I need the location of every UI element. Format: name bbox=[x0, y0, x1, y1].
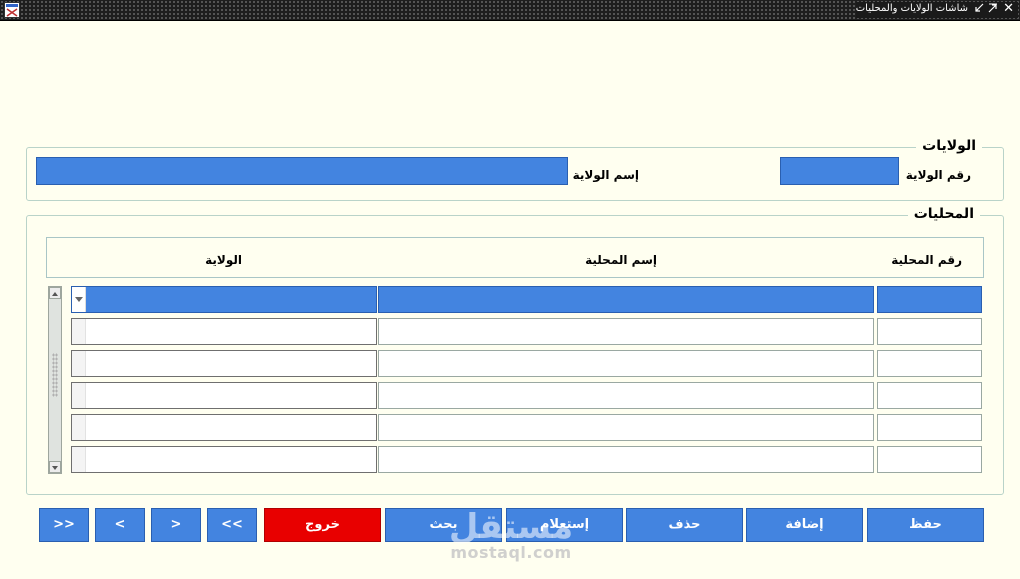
row-5-state-combo[interactable] bbox=[71, 414, 377, 441]
prev-button[interactable]: < bbox=[95, 508, 145, 542]
save-button[interactable]: حفظ bbox=[867, 508, 984, 542]
row-3-number-field[interactable] bbox=[877, 350, 982, 377]
search-button[interactable]: بحث bbox=[385, 508, 502, 542]
row-6-name-field[interactable] bbox=[378, 446, 874, 473]
scroll-grip[interactable] bbox=[52, 353, 58, 397]
watermark-latin: mostaql.com bbox=[450, 543, 572, 562]
add-button[interactable]: إضافة bbox=[746, 508, 863, 542]
state-name-field[interactable] bbox=[36, 157, 568, 185]
exit-button[interactable]: خروج bbox=[264, 508, 381, 542]
column-header-number: رقم المحلية bbox=[891, 253, 962, 267]
row-2-name-field[interactable] bbox=[378, 318, 874, 345]
row-2-state-combo[interactable] bbox=[71, 318, 377, 345]
table-scrollbar[interactable] bbox=[48, 286, 62, 474]
chevron-down-icon[interactable] bbox=[72, 383, 86, 408]
row-2-number-field[interactable] bbox=[877, 318, 982, 345]
next-page-button[interactable]: << bbox=[207, 508, 257, 542]
row-4-name-field[interactable] bbox=[378, 382, 874, 409]
chevron-down-icon[interactable] bbox=[72, 287, 86, 312]
scroll-up-icon[interactable] bbox=[49, 287, 61, 299]
row-5-name-field[interactable] bbox=[378, 414, 874, 441]
states-legend: الولايات bbox=[916, 138, 982, 154]
column-header-name: إسم المحلية bbox=[585, 253, 657, 267]
window-title-area: ✕ شاشات الولايات والمحليات bbox=[855, 1, 1018, 18]
row-6-state-combo[interactable] bbox=[71, 446, 377, 473]
query-button[interactable]: إستعلام bbox=[506, 508, 623, 542]
row-4-number-field[interactable] bbox=[877, 382, 982, 409]
row-5-number-field[interactable] bbox=[877, 414, 982, 441]
minimize-icon[interactable] bbox=[974, 2, 984, 12]
next-button[interactable]: > bbox=[151, 508, 201, 542]
title-bar: ✕ شاشات الولايات والمحليات bbox=[0, 0, 1020, 21]
state-number-label: رقم الولاية bbox=[905, 168, 971, 182]
state-name-label: إسم الولاية bbox=[572, 168, 639, 182]
row-3-name-field[interactable] bbox=[378, 350, 874, 377]
delete-button[interactable]: حذف bbox=[626, 508, 743, 542]
column-header-state: الولاية bbox=[205, 253, 242, 267]
maximize-icon[interactable] bbox=[988, 2, 998, 13]
chevron-down-icon[interactable] bbox=[72, 319, 86, 344]
scroll-down-icon[interactable] bbox=[49, 461, 61, 473]
row-1-state-combo[interactable] bbox=[71, 286, 377, 313]
window-title: شاشات الولايات والمحليات bbox=[855, 3, 968, 14]
row-1-number-field[interactable] bbox=[877, 286, 982, 313]
state-number-field[interactable] bbox=[780, 157, 899, 185]
chevron-down-icon[interactable] bbox=[72, 447, 86, 472]
chevron-down-icon[interactable] bbox=[72, 415, 86, 440]
row-1-name-field[interactable] bbox=[378, 286, 874, 313]
prev-page-button[interactable]: >> bbox=[39, 508, 89, 542]
table-header bbox=[46, 237, 984, 278]
row-6-number-field[interactable] bbox=[877, 446, 982, 473]
app-icon[interactable] bbox=[4, 2, 20, 18]
close-icon[interactable]: ✕ bbox=[1003, 1, 1014, 16]
row-4-state-combo[interactable] bbox=[71, 382, 377, 409]
row-3-state-combo[interactable] bbox=[71, 350, 377, 377]
chevron-down-icon[interactable] bbox=[72, 351, 86, 376]
localities-legend: المحليات bbox=[907, 206, 980, 222]
